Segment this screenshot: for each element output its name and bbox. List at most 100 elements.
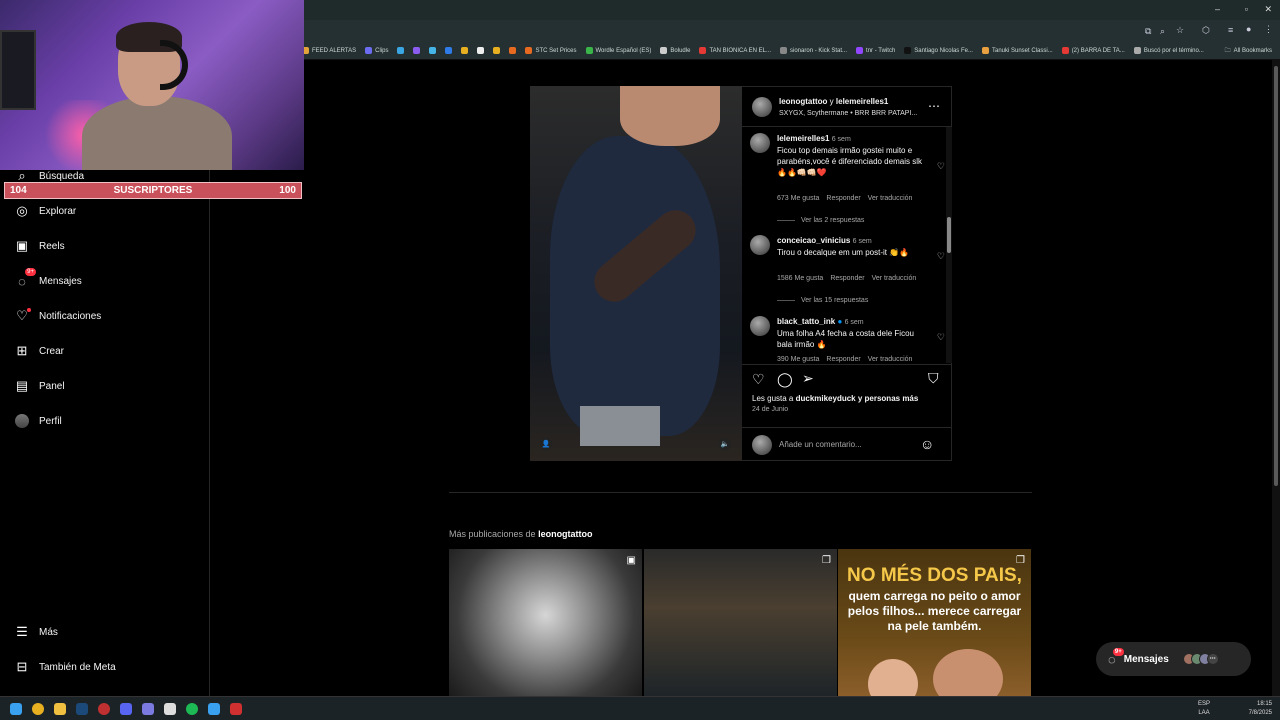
language-indicator[interactable]: ESP LAA <box>1198 700 1210 718</box>
maximize-icon[interactable]: ▫ <box>1245 4 1248 14</box>
more-options-icon[interactable]: ⋯ <box>928 99 940 113</box>
volume-icon[interactable]: 🔈 <box>719 438 731 450</box>
bookmark-star-icon[interactable]: ☆ <box>1176 25 1184 36</box>
comment-user[interactable]: lelemeirelles1 <box>777 134 829 143</box>
sidebar-item-dashboard[interactable]: ▤ Panel <box>14 378 65 394</box>
system-clock[interactable]: 18:15 7/8/2025 <box>1249 700 1272 718</box>
profile-icon[interactable]: ● <box>1246 24 1251 34</box>
bookmark-item[interactable] <box>413 47 421 54</box>
bookmark-item[interactable]: Buscó por el término... <box>1133 47 1204 54</box>
comment-like-icon[interactable]: ♡ <box>937 332 945 343</box>
compass-icon: ◎ <box>16 203 28 218</box>
bookmark-item[interactable]: (2) BARRA DE TA... <box>1061 47 1125 54</box>
spotify-icon[interactable] <box>186 703 198 715</box>
bookmark-item[interactable] <box>477 47 485 54</box>
commenter-avatar[interactable] <box>750 316 770 336</box>
bookmark-item[interactable] <box>397 47 405 54</box>
meta-grid-icon: ⊟ <box>16 659 28 674</box>
save-bookmark-icon[interactable]: ⛉ <box>928 370 939 387</box>
bookmark-item[interactable]: FEED ALERTAS <box>302 47 356 54</box>
close-icon[interactable]: ✕ <box>1264 4 1272 15</box>
bookmark-item[interactable] <box>461 47 469 54</box>
bookmark-item[interactable]: Clips <box>365 47 388 54</box>
like-icon[interactable]: ♡ <box>752 371 765 388</box>
extensions-icon[interactable]: ⬡ <box>1202 25 1210 36</box>
sidebar-item-explore[interactable]: ◎ Explorar <box>14 203 76 219</box>
post-thumbnail[interactable]: ❐ <box>644 549 837 696</box>
app-icon[interactable] <box>208 703 220 715</box>
messages-dock[interactable]: ◌ 9+ Mensajes ⋯ <box>1096 642 1251 676</box>
post-thumbnail[interactable]: NO MÉS DOS PAIS, quem carrega no peito o… <box>838 549 1031 696</box>
sidebar-item-messages[interactable]: ◌ 9+ Mensajes <box>14 268 82 289</box>
sidebar-item-reels[interactable]: ▣ Reels <box>14 238 65 254</box>
emoji-icon[interactable]: ☺ <box>920 436 934 452</box>
subscriber-goal-bar: 104 SUSCRIPTORES 100 <box>4 182 302 199</box>
sidebar-item-also-from-meta[interactable]: ⊟ También de Meta <box>14 659 116 675</box>
windows-taskbar: ESP LAA 18:15 7/8/2025 <box>0 696 1280 720</box>
comment-input[interactable]: Añade un comentario... <box>779 440 862 449</box>
bookmark-favicon-icon <box>477 47 485 54</box>
bookmark-item[interactable]: TAN BIONICA EN EL... <box>699 47 771 54</box>
post-coauthor-link[interactable]: lelemeirelles1 <box>836 97 888 106</box>
app-icon[interactable] <box>164 703 176 715</box>
screen-cast-icon[interactable]: ⧉ <box>1145 26 1151 37</box>
page-scrollbar[interactable] <box>1272 60 1280 696</box>
windows-start-icon[interactable] <box>10 703 22 715</box>
bookmark-favicon-icon <box>397 47 405 54</box>
more-posts-user-link[interactable]: leonogtattoo <box>538 529 593 539</box>
chart-icon: ▤ <box>15 378 29 393</box>
minimize-icon[interactable]: – <box>1215 4 1220 14</box>
bookmark-item[interactable]: STC Set Prices <box>525 47 577 54</box>
bookmark-item[interactable]: tnr - Twitch <box>856 47 895 54</box>
steam-icon[interactable] <box>76 703 88 715</box>
webcam-overlay <box>0 0 304 170</box>
app-icon[interactable] <box>142 703 154 715</box>
bookmark-item[interactable]: Tanuki Sunset Classi... <box>981 47 1053 54</box>
post-date: 24 de Junio <box>752 406 789 413</box>
post-video[interactable]: 👤 🔈 <box>530 86 742 461</box>
bookmark-item[interactable] <box>493 47 501 54</box>
author-avatar[interactable] <box>752 97 772 117</box>
share-icon[interactable]: ➢ <box>802 370 814 387</box>
file-explorer-icon[interactable] <box>54 703 66 715</box>
commenter-avatar[interactable] <box>750 235 770 255</box>
bookmark-item[interactable]: Boludle <box>660 47 690 54</box>
view-replies[interactable]: Ver las 2 respuestas <box>777 217 864 224</box>
sidebar-item-notifications[interactable]: ♡ Notificaciones <box>14 308 101 324</box>
bookmark-item[interactable] <box>509 47 517 54</box>
bookmark-favicon-icon <box>1061 47 1069 54</box>
comments-scrollbar[interactable] <box>946 127 952 363</box>
bookmark-favicon-icon <box>585 47 593 54</box>
comment-like-icon[interactable]: ♡ <box>937 251 945 262</box>
current-user-avatar <box>752 435 772 455</box>
comment-icon[interactable]: ◯ <box>777 371 793 388</box>
comment-user[interactable]: conceicao_vinicius <box>777 236 850 245</box>
tagged-user-icon[interactable]: 👤 <box>540 438 552 450</box>
discord-icon[interactable] <box>120 703 132 715</box>
post-audio[interactable]: SXYGX, Scythermane • BRR BRR PATAPI... <box>779 110 917 117</box>
comment-user[interactable]: black_tatto_ink <box>777 317 835 326</box>
sidebar-item-create[interactable]: ⊞ Crear <box>14 343 64 359</box>
bookmark-item[interactable]: Wordle Español (ES) <box>585 47 651 54</box>
bookmark-item[interactable]: sionaron - Kick Stat... <box>780 47 847 54</box>
commenter-avatar[interactable] <box>750 133 770 153</box>
bookmark-item[interactable]: Santiago Nicolas Fe... <box>904 47 973 54</box>
app-icon[interactable] <box>230 703 242 715</box>
post-author-link[interactable]: leonogtattoo <box>779 97 827 106</box>
view-replies[interactable]: Ver las 15 respuestas <box>777 297 868 304</box>
chrome-icon[interactable] <box>32 703 44 715</box>
all-bookmarks[interactable]: 🗀 All Bookmarks <box>1225 46 1272 56</box>
bookmark-item[interactable] <box>429 47 437 54</box>
app-icon[interactable] <box>98 703 110 715</box>
sidebar-item-profile[interactable]: Perfil <box>14 413 62 429</box>
recent-chat-avatars: ⋯ <box>1182 653 1219 665</box>
media-icon[interactable]: ≡ <box>1228 25 1233 35</box>
bookmark-item[interactable] <box>445 47 453 54</box>
likes-summary[interactable]: Les gusta a duckmikeyduck y personas más <box>752 394 918 403</box>
zoom-icon[interactable]: ⌕ <box>1160 26 1165 37</box>
bookmark-favicon-icon <box>981 47 989 54</box>
sidebar-item-more[interactable]: ☰ Más <box>14 624 58 640</box>
post-thumbnail[interactable]: ▣ <box>449 549 642 696</box>
comment-like-icon[interactable]: ♡ <box>937 161 945 172</box>
menu-kebab-icon[interactable]: ⋮ <box>1264 24 1273 35</box>
